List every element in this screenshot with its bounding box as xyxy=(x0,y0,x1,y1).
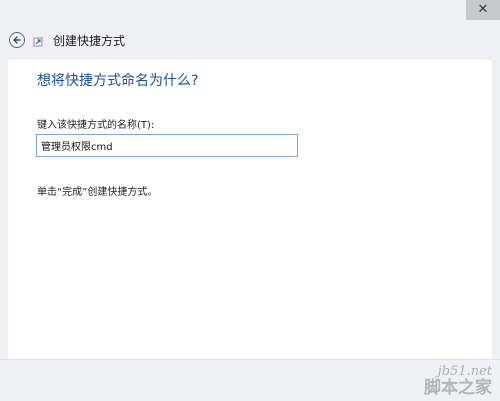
watermark: jb51.net 脚本之家 xyxy=(424,365,492,397)
wizard-nav-bar: 创建快捷方式 xyxy=(0,24,500,58)
title-bar: ✕ xyxy=(0,0,500,24)
watermark-name: 脚本之家 xyxy=(424,378,492,398)
shortcut-name-label: 键入该快捷方式的名称(T): xyxy=(37,120,155,131)
page-heading: 想将快捷方式命名为什么? xyxy=(37,73,199,89)
close-button[interactable]: ✕ xyxy=(466,0,500,20)
shortcut-name-input[interactable] xyxy=(36,134,298,157)
create-shortcut-window: ✕ 创建快捷方式 想将快捷方式命名为什么? 键入该快捷方式的名称(T): 单击“… xyxy=(0,0,500,401)
wizard-title: 创建快捷方式 xyxy=(53,34,126,48)
watermark-url: jb51.net xyxy=(437,364,492,379)
back-button[interactable] xyxy=(9,32,25,48)
shortcut-icon xyxy=(33,37,43,47)
wizard-footer: jb51.net 脚本之家 xyxy=(0,359,500,401)
wizard-content: 想将快捷方式命名为什么? 键入该快捷方式的名称(T): 单击“完成”创建快捷方式… xyxy=(8,58,492,359)
close-icon: ✕ xyxy=(477,2,489,17)
finish-hint: 单击“完成”创建快捷方式。 xyxy=(37,187,158,198)
back-arrow-icon xyxy=(13,36,21,44)
